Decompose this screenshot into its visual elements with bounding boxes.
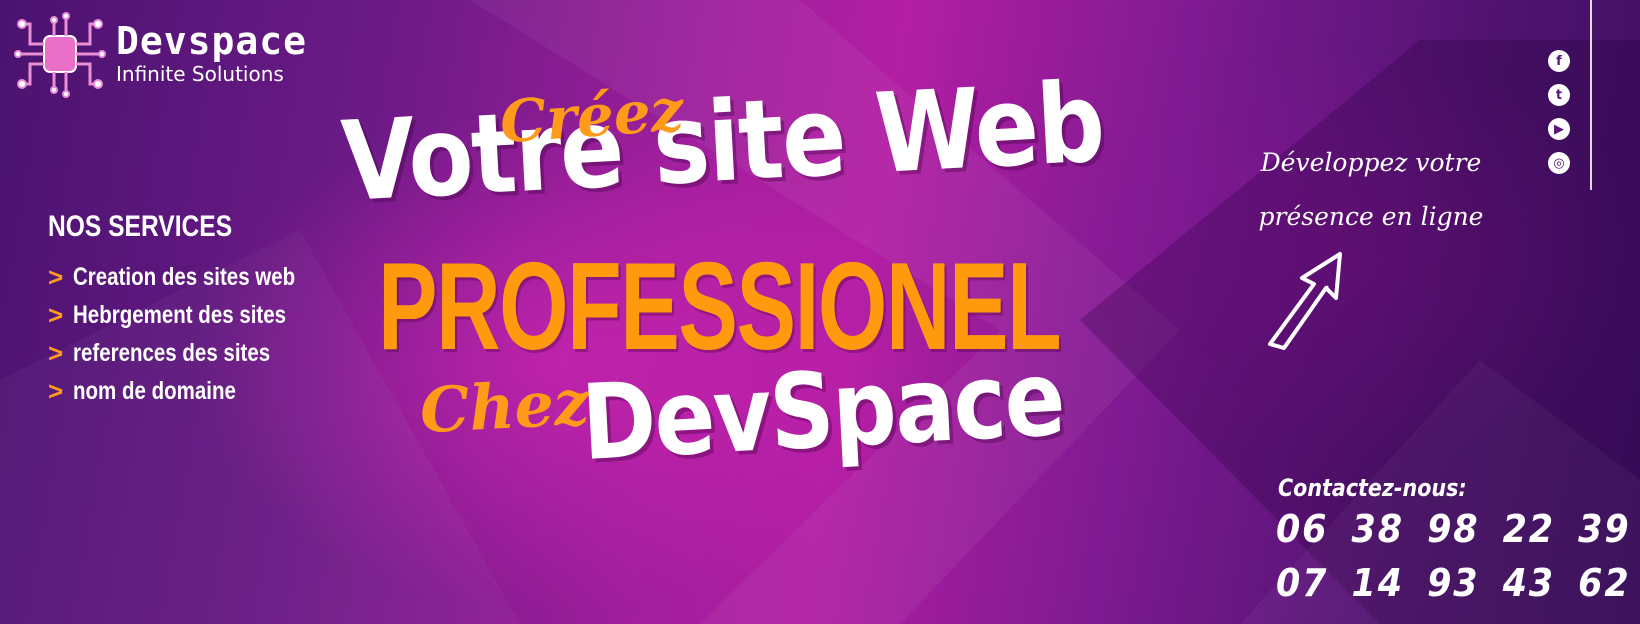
headline-line1: Votre site Web	[338, 58, 1107, 226]
contact-block: Contactez-nous: 06 38 98 22 39 07 14 93 …	[1276, 474, 1640, 610]
youtube-icon[interactable]: ▶	[1548, 118, 1570, 140]
tagline: Développez votre présence en ligne	[1246, 136, 1496, 244]
service-item[interactable]: > nom de domaine	[48, 372, 344, 410]
phone-number[interactable]: 07 14 93 43 62	[1276, 556, 1631, 610]
chevron-right-icon: >	[48, 261, 64, 292]
service-item[interactable]: > Hebrgement des sites	[48, 296, 344, 334]
phone-number[interactable]: 06 38 98 22 39	[1276, 502, 1631, 556]
headline-line3: DevSpace	[578, 336, 1067, 484]
promo-banner: Devspace Infinite Solutions NOS SERVICES…	[0, 0, 1640, 624]
brand-name: Devspace	[116, 19, 308, 63]
service-label: references des sites	[73, 338, 271, 367]
brand-logo[interactable]: Devspace Infinite Solutions	[14, 10, 307, 98]
service-item[interactable]: > Creation des sites web	[48, 258, 344, 296]
service-label: Hebrgement des sites	[73, 300, 287, 329]
chevron-right-icon: >	[48, 375, 64, 406]
arrow-up-right-icon	[1268, 252, 1342, 350]
chevron-right-icon: >	[48, 299, 64, 330]
facebook-icon[interactable]: f	[1548, 50, 1570, 72]
circuit-chip-icon	[14, 12, 106, 98]
chevron-right-icon: >	[48, 337, 64, 368]
tagline-line1: Développez votre	[1260, 148, 1482, 177]
brand-tagline: Infinite Solutions	[116, 62, 284, 86]
headline-line3-prefix: Chez	[418, 365, 591, 448]
tagline-line2: présence en ligne	[1258, 202, 1484, 231]
service-label: nom de domaine	[73, 376, 237, 405]
services-list: NOS SERVICES > Creation des sites web > …	[48, 210, 344, 410]
contact-title: Contactez-nous:	[1278, 474, 1467, 502]
services-title: NOS SERVICES	[48, 210, 233, 243]
service-label: Creation des sites web	[73, 262, 296, 291]
twitter-icon[interactable]: t	[1548, 84, 1570, 106]
service-item[interactable]: > references des sites	[48, 334, 344, 372]
social-links: f t ▶ ◎	[1548, 50, 1570, 174]
social-divider	[1590, 0, 1592, 190]
instagram-icon[interactable]: ◎	[1548, 152, 1570, 174]
headline-line1-prefix: Créez	[497, 75, 686, 157]
